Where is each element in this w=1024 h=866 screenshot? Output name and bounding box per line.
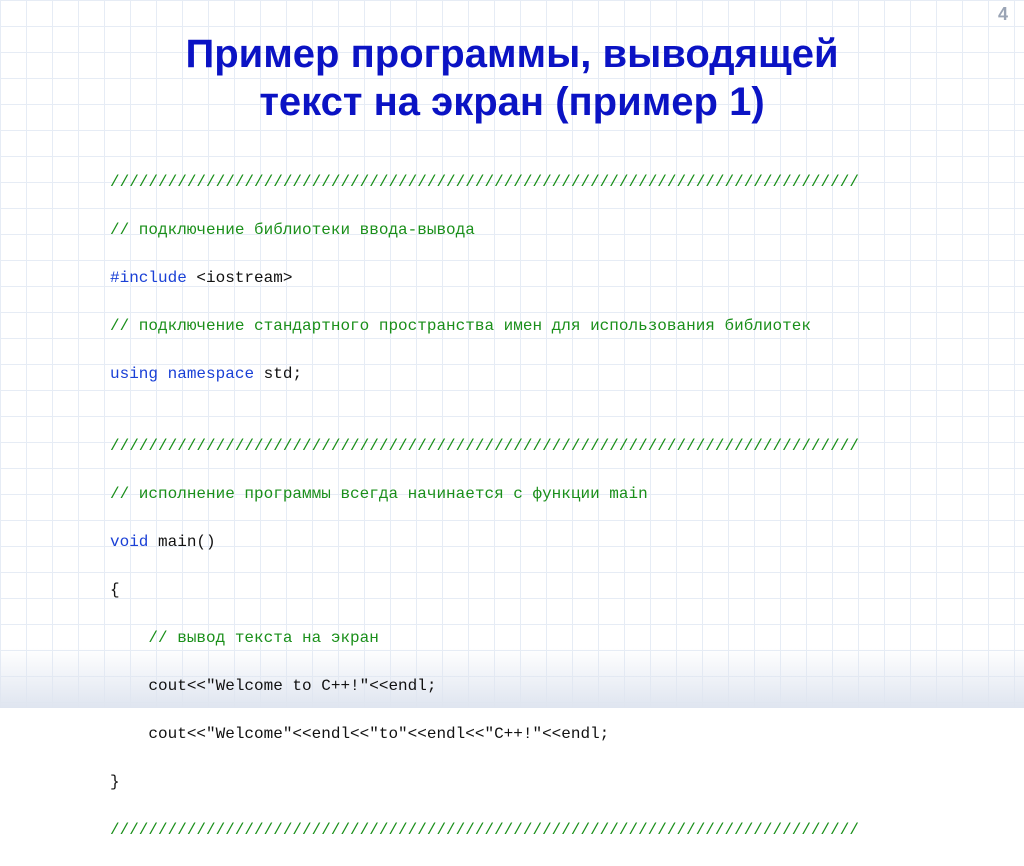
title-line-2: текст на экран (пример 1) (259, 80, 764, 124)
code-text (158, 365, 168, 383)
code-text: main() (148, 533, 215, 551)
code-line: // исполнение программы всегда начинаетс… (110, 482, 1024, 506)
code-keyword: namespace (168, 365, 254, 383)
code-keyword: #include (110, 269, 187, 287)
code-line: void main() (110, 530, 1024, 554)
code-block: ////////////////////////////////////////… (110, 146, 1024, 866)
code-line: } (110, 770, 1024, 794)
code-line: cout<<"Welcome"<<endl<<"to"<<endl<<"C++!… (110, 722, 1024, 746)
code-line: // вывод текста на экран (110, 626, 1024, 650)
code-line: // подключение библиотеки ввода-вывода (110, 218, 1024, 242)
code-text: std; (254, 365, 302, 383)
code-line: #include <iostream> (110, 266, 1024, 290)
code-keyword: void (110, 533, 148, 551)
code-keyword: using (110, 365, 158, 383)
title-line-1: Пример программы, выводящей (185, 32, 838, 76)
code-line: { (110, 578, 1024, 602)
code-text: <iostream> (187, 269, 293, 287)
code-line: ////////////////////////////////////////… (110, 818, 1024, 842)
code-line: ////////////////////////////////////////… (110, 434, 1024, 458)
code-line: using namespace std; (110, 362, 1024, 386)
code-line: // подключение стандартного пространства… (110, 314, 1024, 338)
code-line: cout<<"Welcome to C++!"<<endl; (110, 674, 1024, 698)
slide-title: Пример программы, выводящей текст на экр… (0, 0, 1024, 126)
code-line: ////////////////////////////////////////… (110, 170, 1024, 194)
